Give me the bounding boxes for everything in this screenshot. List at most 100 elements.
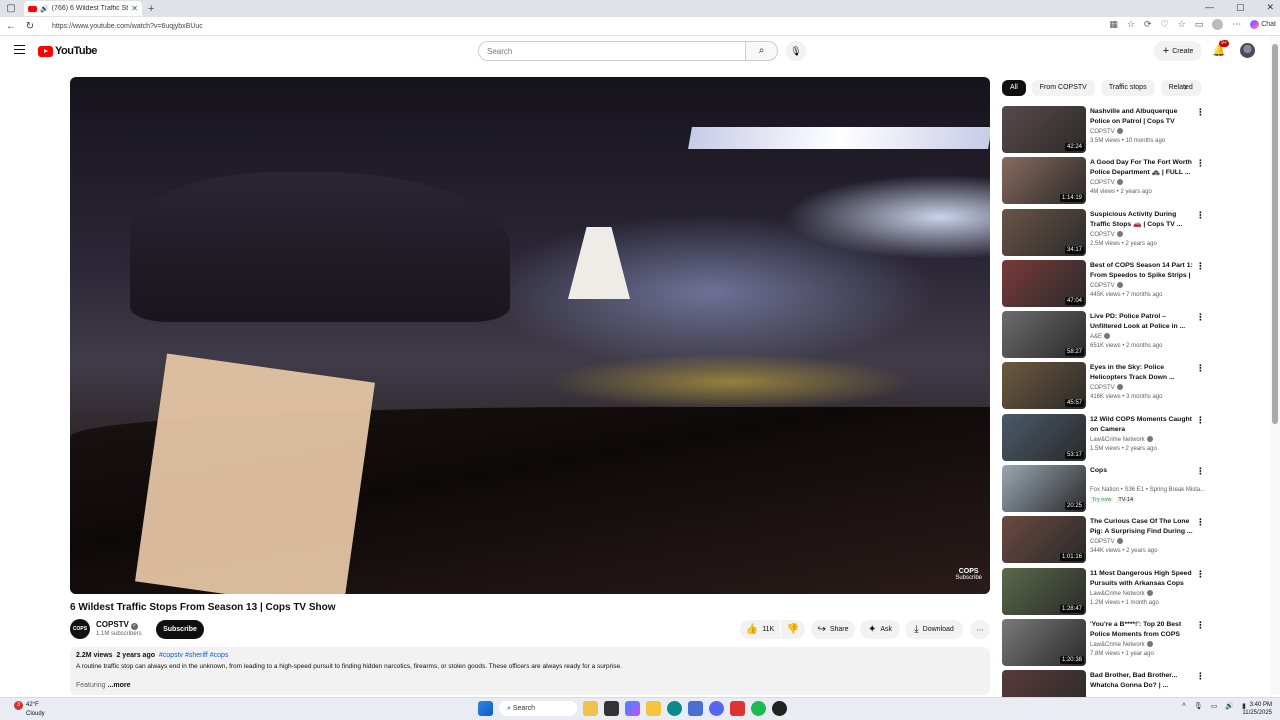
video-thumbnail[interactable]: 45:57 bbox=[1002, 362, 1086, 410]
description-box[interactable]: 2.2M views 2 years ago #copstv #sheriff … bbox=[70, 647, 990, 695]
related-video-item[interactable]: 1:28:47 11 Most Dangerous High Speed Purs… bbox=[1002, 567, 1206, 619]
dislike-button[interactable]: 👎 bbox=[781, 620, 805, 639]
like-button[interactable]: 👍 11K bbox=[740, 620, 780, 639]
kebab-menu-icon[interactable]: ⋮ bbox=[1196, 313, 1205, 322]
related-video-item[interactable]: 20:25 Cops Fox Nation • S36 E1 • Spring Br… bbox=[1002, 465, 1206, 516]
volume-icon[interactable]: 🔊 bbox=[1225, 702, 1234, 710]
video-thumbnail[interactable]: 1:14:19 bbox=[1002, 157, 1086, 205]
related-video-channel[interactable]: Law&Crime Network bbox=[1090, 589, 1153, 597]
kebab-menu-icon[interactable]: ⋮ bbox=[1196, 261, 1205, 271]
related-video-item[interactable]: 34:17 Suspicious Activity During Traffic … bbox=[1002, 208, 1206, 260]
youtube-logo[interactable]: YouTube bbox=[38, 45, 97, 57]
kebab-menu-icon[interactable]: ⋮ bbox=[1196, 415, 1205, 425]
kebab-menu-icon[interactable]: ⋮ bbox=[1196, 108, 1205, 117]
video-thumbnail[interactable]: 47:04 bbox=[1002, 259, 1086, 307]
store-icon[interactable] bbox=[688, 701, 703, 716]
related-video-channel[interactable]: Law&Crime Network bbox=[1090, 640, 1153, 648]
chevron-right-icon[interactable]: › bbox=[1184, 82, 1187, 93]
network-icon[interactable]: ▭ bbox=[1211, 702, 1218, 710]
share-button[interactable]: ↪ Share bbox=[811, 620, 855, 639]
subscribe-button[interactable]: Subscribe bbox=[156, 620, 204, 639]
minimize-icon[interactable]: — bbox=[1205, 2, 1214, 13]
related-video-item[interactable]: 45:57 Eyes in the Sky: Police Helicopters… bbox=[1002, 362, 1206, 413]
new-tab-button[interactable]: + bbox=[148, 3, 154, 15]
close-tab-icon[interactable]: ✕ bbox=[131, 4, 138, 13]
hashtags[interactable]: #copstv #sheriff #cops bbox=[159, 652, 229, 659]
split-screen-icon[interactable]: ▦ bbox=[1109, 19, 1118, 30]
channel-watermark[interactable]: COPS Subscribe bbox=[955, 568, 982, 582]
video-thumbnail[interactable]: 1:20:38 bbox=[1002, 618, 1086, 666]
filter-chip[interactable]: Related bbox=[1160, 80, 1201, 96]
favorite-star-icon[interactable]: ☆ bbox=[1127, 19, 1135, 30]
related-video-title[interactable]: Bad Brother, Bad Brother... Whatcha Gonn… bbox=[1090, 671, 1194, 691]
related-video-title[interactable]: Suspicious Activity During Traffic Stops… bbox=[1090, 210, 1194, 230]
kebab-menu-icon[interactable]: ⋮ bbox=[1196, 518, 1205, 527]
try-now-badge[interactable]: Try now bbox=[1090, 497, 1114, 504]
related-video-title[interactable]: Nashville and Albuquerque Police on Patr… bbox=[1090, 107, 1194, 127]
search-input[interactable] bbox=[478, 41, 746, 61]
voice-search-button[interactable]: 🎙 bbox=[786, 41, 806, 61]
tray-chevron-icon[interactable]: ˄ bbox=[1182, 702, 1186, 710]
discord-icon[interactable] bbox=[709, 701, 724, 716]
microphone-tray-icon[interactable]: 🎙 bbox=[1194, 702, 1203, 710]
show-more-link[interactable]: ...more bbox=[108, 682, 131, 689]
more-icon[interactable]: ⋯ bbox=[1232, 19, 1241, 30]
tab-actions-icon[interactable]: ▢ bbox=[4, 2, 18, 16]
related-video-channel[interactable]: COPSTV bbox=[1090, 281, 1123, 289]
related-video-channel[interactable]: Fox Nation • S36 E1 • Spring Break Mista… bbox=[1090, 487, 1205, 493]
more-actions-button[interactable]: ⋯ bbox=[970, 620, 990, 639]
kebab-menu-icon[interactable]: ⋮ bbox=[1196, 467, 1205, 476]
notifications-button[interactable]: 🔔 9+ bbox=[1212, 40, 1229, 57]
filter-chip[interactable]: From COPSTV bbox=[1031, 80, 1095, 96]
close-window-icon[interactable]: ✕ bbox=[1266, 2, 1274, 13]
audio-playing-icon[interactable]: 🔊 bbox=[40, 5, 49, 13]
related-video-title[interactable]: 'You're a B****!': Top 20 Best Police Mo… bbox=[1090, 620, 1194, 640]
url-field[interactable]: https://www.youtube.com/watch?v=6uqjybxB… bbox=[52, 23, 203, 30]
kebab-menu-icon[interactable]: ⋮ bbox=[1196, 672, 1205, 681]
video-thumbnail[interactable]: 42:24 bbox=[1002, 106, 1086, 153]
page-scrollbar[interactable] bbox=[1270, 36, 1280, 695]
related-video-title[interactable]: A Good Day For The Fort Worth Police Dep… bbox=[1090, 158, 1194, 178]
system-clock[interactable]: 3:40 PM 11/25/2025 bbox=[1242, 701, 1272, 717]
profile-icon[interactable] bbox=[1212, 19, 1224, 30]
edge-browser-icon[interactable] bbox=[667, 701, 682, 716]
video-thumbnail[interactable]: 1:28:47 bbox=[1002, 567, 1086, 615]
weather-widget[interactable]: 3 42°F Cloudy bbox=[14, 701, 45, 718]
kebab-menu-icon[interactable]: ⋮ bbox=[1196, 159, 1205, 168]
kebab-menu-icon[interactable]: ⋮ bbox=[1196, 569, 1205, 579]
related-video-item[interactable]: 47:04 Best of COPS Season 14 Part 1: From… bbox=[1002, 259, 1206, 311]
related-video-item[interactable]: 53:17 12 Wild COPS Moments Caught on Came… bbox=[1002, 413, 1206, 465]
related-video-title[interactable]: Live PD: Police Patrol – Unfiltered Look… bbox=[1090, 312, 1194, 332]
related-video-channel[interactable]: COPSTV bbox=[1090, 179, 1123, 186]
task-view-icon[interactable] bbox=[604, 701, 619, 716]
extensions-icon[interactable]: ⟳ bbox=[1144, 19, 1152, 30]
filter-chip[interactable]: Traffic stops bbox=[1100, 80, 1155, 96]
related-video-item[interactable]: 1:01:16 The Curious Case Of The Lone Pig:… bbox=[1002, 516, 1206, 567]
related-video-item[interactable]: 42:24 Nashville and Albuquerque Police on… bbox=[1002, 106, 1206, 157]
browser-essentials-icon[interactable]: ♡ bbox=[1161, 19, 1169, 30]
video-player[interactable]: COPS Subscribe bbox=[70, 77, 990, 594]
related-video-channel[interactable]: A&E bbox=[1090, 333, 1111, 340]
related-video-item[interactable]: 58:27 Live PD: Police Patrol – Unfiltered… bbox=[1002, 311, 1206, 362]
account-avatar[interactable] bbox=[1240, 43, 1255, 58]
scrollbar-thumb[interactable] bbox=[1272, 44, 1278, 424]
ask-button[interactable]: ✦ Ask bbox=[860, 620, 900, 639]
video-thumbnail[interactable]: 1:01:16 bbox=[1002, 516, 1086, 564]
related-video-title[interactable]: Eyes in the Sky: Police Helicopters Trac… bbox=[1090, 363, 1194, 383]
create-button[interactable]: + Create bbox=[1154, 41, 1202, 61]
related-video-title[interactable]: 12 Wild COPS Moments Caught on Camera bbox=[1090, 415, 1194, 435]
video-thumbnail[interactable]: 20:25 bbox=[1002, 465, 1086, 513]
related-video-title[interactable]: The Curious Case Of The Lone Pig: A Surp… bbox=[1090, 517, 1194, 537]
browser-tab-active[interactable]: 🔊 (766) 6 Wildest Traffic Stops... ✕ bbox=[24, 1, 142, 16]
search-button[interactable]: ⌕ bbox=[746, 41, 778, 61]
kebab-menu-icon[interactable]: ⋮ bbox=[1196, 620, 1205, 630]
filter-chip[interactable]: All bbox=[1002, 80, 1026, 96]
related-video-channel[interactable]: COPSTV bbox=[1090, 384, 1123, 391]
channel-avatar[interactable]: COPS bbox=[70, 619, 90, 639]
related-video-channel[interactable]: COPSTV bbox=[1090, 230, 1123, 238]
related-video-item[interactable]: 1:14:19 A Good Day For The Fort Worth Pol… bbox=[1002, 157, 1206, 208]
folder-icon[interactable] bbox=[646, 701, 661, 716]
related-video-channel[interactable]: COPSTV bbox=[1090, 128, 1123, 135]
related-video-title[interactable]: Best of COPS Season 14 Part 1: From Spee… bbox=[1090, 261, 1194, 281]
taskbar-search[interactable]: ⌕ Search bbox=[499, 701, 577, 716]
